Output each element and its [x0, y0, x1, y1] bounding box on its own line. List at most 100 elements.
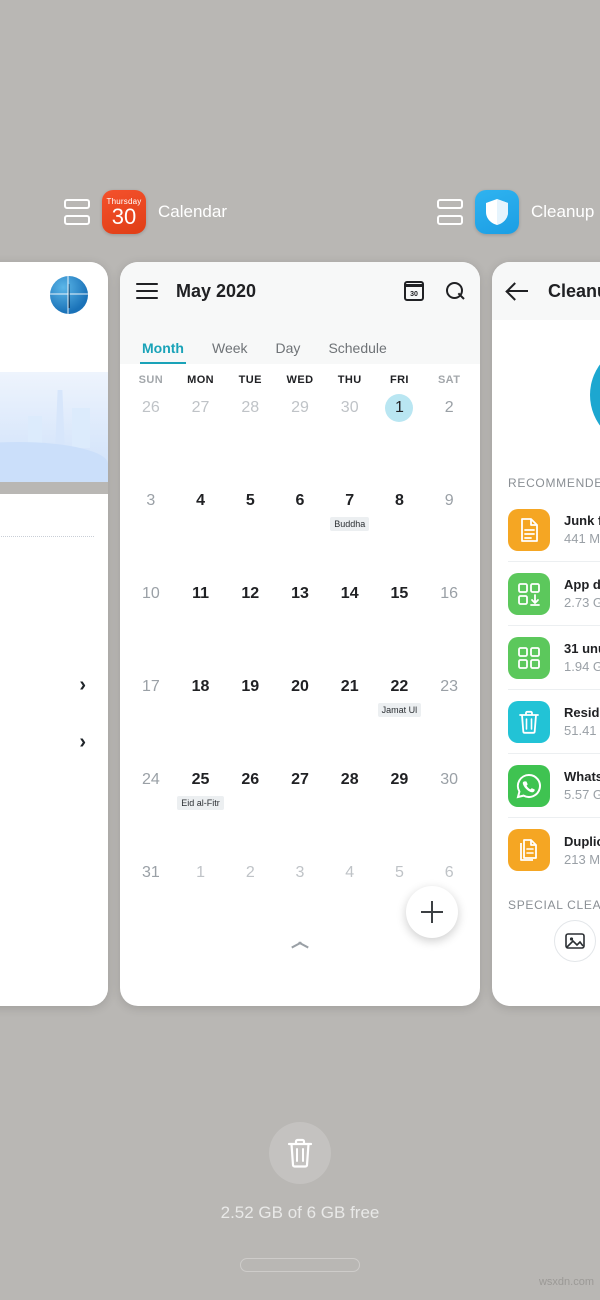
image-clean-icon[interactable] — [554, 920, 596, 962]
calendar-day-number: 27 — [191, 399, 210, 416]
calendar-day-number: 3 — [146, 492, 156, 509]
calendar-day-cell[interactable]: 1 — [375, 388, 425, 481]
calendar-day-cell[interactable]: 26 — [126, 388, 176, 481]
calendar-day-cell[interactable]: 30 — [424, 760, 474, 853]
calendar-day-cell[interactable]: 3 — [126, 481, 176, 574]
calendar-day-cell[interactable]: 19 — [225, 667, 275, 760]
app-card-left[interactable]: › › ment — [0, 262, 108, 1006]
add-event-button[interactable] — [406, 886, 458, 938]
calendar-day-number: 24 — [141, 771, 160, 788]
calendar-day-number: 6 — [444, 864, 454, 881]
recent-app-header-calendar[interactable]: Thursday 30 Calendar — [64, 190, 227, 234]
app-card-calendar[interactable]: May 2020 30 Month Week Day Schedule SUN … — [120, 262, 480, 1006]
calendar-day-cell[interactable]: 16 — [424, 574, 474, 667]
app-card-cleanup[interactable]: Cleanup 67 % RECOMMENDED Junk files 441 M… — [492, 262, 600, 1006]
calendar-day-cell[interactable]: 6 — [275, 481, 325, 574]
chevron-right-icon[interactable]: › — [79, 731, 86, 754]
calendar-day-cell[interactable]: 28 — [225, 388, 275, 481]
calendar-30-icon[interactable]: 30 — [404, 281, 424, 301]
trash-icon — [508, 700, 550, 743]
calendar-event-chip[interactable]: Eid al-Fitr — [177, 796, 224, 810]
globe-avatar-icon[interactable] — [50, 276, 88, 314]
storage-usage-ring: 67 % — [590, 343, 600, 447]
calendar-week-row: 26 27 28 29 30 1 2 — [126, 388, 474, 481]
hamburger-menu-icon[interactable] — [136, 283, 158, 299]
calendar-day-cell[interactable]: 26 — [225, 760, 275, 853]
cleanup-list-item[interactable]: Residual files 51.41 MB — [508, 690, 600, 754]
calendar-day-number: 29 — [390, 771, 409, 788]
recent-app-header-cleanup[interactable]: Cleanup — [437, 190, 594, 234]
calendar-day-cell[interactable]: 13 — [275, 574, 325, 667]
calendar-day-cell[interactable]: 20 — [275, 667, 325, 760]
calendar-day-cell[interactable]: 23 — [424, 667, 474, 760]
calendar-day-cell[interactable]: 27 — [275, 760, 325, 853]
chevron-up-icon[interactable] — [291, 940, 309, 950]
calendar-day-cell[interactable]: 18 — [176, 667, 226, 760]
cleanup-item-text: Junk files 441 MB — [564, 513, 600, 546]
calendar-event-chip[interactable]: Buddha — [330, 517, 370, 531]
tab-month[interactable]: Month — [128, 340, 198, 364]
cleanup-list-item[interactable]: App data 2.73 GB — [508, 562, 600, 626]
clear-all-button[interactable] — [269, 1122, 331, 1184]
cleanup-list-item[interactable]: 31 unused apps 1.94 GB — [508, 626, 600, 690]
calendar-day-cell[interactable]: 2 — [424, 388, 474, 481]
calendar-day-cell[interactable]: 4 — [325, 853, 375, 946]
calendar-day-cell[interactable]: 30 — [325, 388, 375, 481]
shield-icon[interactable] — [475, 190, 519, 234]
calendar-day-cell[interactable]: 12 — [225, 574, 275, 667]
calendar-day-cell[interactable]: 3 — [275, 853, 325, 946]
calendar-day-cell[interactable]: 24 — [126, 760, 176, 853]
calendar-day-cell[interactable]: 4 — [176, 481, 226, 574]
cleanup-item-name: Duplicate files — [564, 833, 600, 849]
calendar-day-cell[interactable]: 21 — [325, 667, 375, 760]
back-arrow-icon[interactable] — [508, 283, 530, 299]
calendar-day-number: 9 — [444, 492, 454, 509]
cleanup-item-list: Junk files 441 MB App data 2.73 GB 31 unused… — [492, 498, 600, 882]
cleanup-item-size: 5.57 GB — [564, 787, 600, 802]
cleanup-list-item[interactable]: WhatsApp 5.57 GB — [508, 754, 600, 818]
calendar-day-cell[interactable]: 29 — [375, 760, 425, 853]
calendar-day-cell[interactable]: 17 — [126, 667, 176, 760]
tab-day[interactable]: Day — [262, 340, 315, 364]
calendar-day-cell[interactable]: 7 Buddha — [325, 481, 375, 574]
calendar-day-cell[interactable]: 28 — [325, 760, 375, 853]
split-screen-icon[interactable] — [437, 199, 463, 225]
calendar-app-icon[interactable]: Thursday 30 — [102, 190, 146, 234]
calendar-day-number: 6 — [295, 492, 305, 509]
cleanup-item-name: WhatsApp — [564, 769, 600, 784]
calendar-day-cell[interactable]: 8 — [375, 481, 425, 574]
calendar-event-chip[interactable]: Jamat Ul — [377, 703, 422, 717]
cleanup-list-item[interactable]: Junk files 441 MB — [508, 498, 600, 562]
apps-grid-icon — [508, 636, 550, 679]
left-card-body: › › ment — [0, 494, 108, 1006]
card-gap — [0, 482, 108, 494]
calendar-day-number: 2 — [245, 864, 255, 881]
calendar-day-cell[interactable]: 14 — [325, 574, 375, 667]
tab-schedule[interactable]: Schedule — [314, 340, 400, 364]
calendar-day-cell[interactable]: 22 Jamat Ul — [375, 667, 425, 760]
cleanup-item-name: App data — [564, 577, 600, 592]
calendar-icon-day: 30 — [111, 203, 137, 229]
chevron-right-icon[interactable]: › — [79, 674, 86, 697]
calendar-day-cell[interactable]: 31 — [126, 853, 176, 946]
cleanup-list-item[interactable]: Duplicate files 213 MB — [508, 818, 600, 882]
calendar-day-cell[interactable]: 1 — [176, 853, 226, 946]
calendar-day-cell[interactable]: 5 — [225, 481, 275, 574]
calendar-day-cell[interactable]: 2 — [225, 853, 275, 946]
calendar-day-cell[interactable]: 9 — [424, 481, 474, 574]
tab-week[interactable]: Week — [198, 340, 262, 364]
storage-ring-container: 67 % — [492, 320, 600, 470]
search-icon[interactable] — [446, 282, 464, 300]
calendar-day-number: 22 — [390, 678, 409, 695]
calendar-day-cell[interactable]: 29 — [275, 388, 325, 481]
calendar-day-cell[interactable]: 15 — [375, 574, 425, 667]
home-indicator-pill[interactable] — [240, 1258, 360, 1272]
calendar-day-cell[interactable]: 11 — [176, 574, 226, 667]
split-screen-icon[interactable] — [64, 199, 90, 225]
calendar-day-cell[interactable]: 27 — [176, 388, 226, 481]
calendar-toolbar-actions: 30 — [404, 281, 464, 301]
calendar-day-cell[interactable]: 10 — [126, 574, 176, 667]
calendar-day-number: 28 — [241, 399, 260, 416]
calendar-day-number: 8 — [394, 492, 404, 509]
calendar-day-cell[interactable]: 25 Eid al-Fitr — [176, 760, 226, 853]
